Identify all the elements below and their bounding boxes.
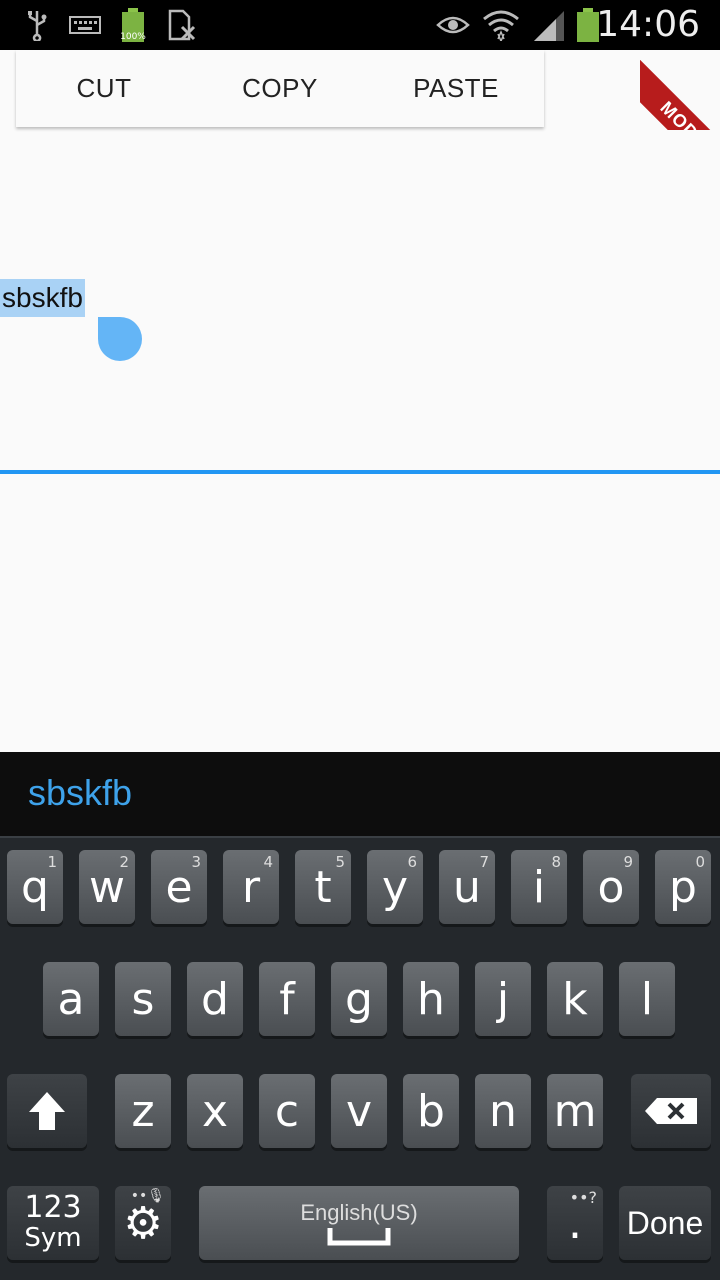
key-h[interactable]: h (403, 962, 459, 1036)
key-w[interactable]: w2 (79, 850, 135, 924)
suggestion-word[interactable]: sbskfb (28, 772, 132, 814)
key-t[interactable]: t5 (295, 850, 351, 924)
key-j[interactable]: j (475, 962, 531, 1036)
battery-icon: 100% (118, 8, 148, 42)
key-v[interactable]: v (331, 1074, 387, 1148)
eye-icon (436, 8, 470, 42)
keyboard-icon (68, 8, 102, 42)
mic-icon: ••🎙 (130, 1188, 165, 1204)
key-k[interactable]: k (547, 962, 603, 1036)
key-n[interactable]: n (475, 1074, 531, 1148)
key-z[interactable]: z (115, 1074, 171, 1148)
key-c[interactable]: c (259, 1074, 315, 1148)
key-x[interactable]: x (187, 1074, 243, 1148)
wifi-icon (482, 8, 520, 42)
shift-arrow-icon (29, 1092, 65, 1130)
key-b[interactable]: b (403, 1074, 459, 1148)
selected-text[interactable]: sbskfb (0, 279, 85, 317)
key-s[interactable]: s (115, 962, 171, 1036)
key-o[interactable]: o9 (583, 850, 639, 924)
key-f[interactable]: f (259, 962, 315, 1036)
text-field[interactable] (0, 128, 720, 474)
text-field-underline (0, 470, 720, 474)
keyboard: sbskfb q1 w2 e3 r4 t5 y6 u7 i8 o9 p0 a s… (0, 752, 720, 1280)
selection-handle[interactable] (98, 317, 142, 361)
usb-icon (24, 8, 50, 42)
key-g[interactable]: g (331, 962, 387, 1036)
backspace-icon (645, 1098, 697, 1124)
key-m[interactable]: m (547, 1074, 603, 1148)
key-e[interactable]: e3 (151, 850, 207, 924)
cut-button[interactable]: CUT (16, 50, 192, 127)
shift-key[interactable] (7, 1074, 87, 1148)
battery-percent: 100% (120, 32, 146, 42)
key-r[interactable]: r4 (223, 850, 279, 924)
key-y[interactable]: y6 (367, 850, 423, 924)
sim-icon (166, 8, 198, 42)
key-i[interactable]: i8 (511, 850, 567, 924)
text-selection-toolbar: CUT COPY PASTE (16, 50, 544, 127)
key-q[interactable]: q1 (7, 850, 63, 924)
clock: 14:06 (596, 4, 700, 45)
signal-icon (532, 8, 566, 42)
copy-button[interactable]: COPY (192, 50, 368, 127)
key-p[interactable]: p0 (655, 850, 711, 924)
paste-button[interactable]: PASTE (368, 50, 544, 127)
settings-key[interactable]: ⚙ ••🎙 (115, 1186, 171, 1260)
symbols-key[interactable]: 123 Sym (7, 1186, 99, 1260)
gear-icon: ⚙ (123, 1197, 163, 1249)
backspace-key[interactable] (631, 1074, 711, 1148)
space-key[interactable]: English(US) (199, 1186, 519, 1260)
more-punctuation-icon: ••? (569, 1188, 597, 1207)
space-bar-icon (327, 1228, 391, 1246)
debug-ribbon-label: MODE (640, 57, 720, 130)
key-a[interactable]: a (43, 962, 99, 1036)
key-d[interactable]: d (187, 962, 243, 1036)
status-bar: 100% 14:06 (0, 0, 720, 50)
debug-ribbon: MODE (640, 50, 720, 130)
key-l[interactable]: l (619, 962, 675, 1036)
period-key[interactable]: . ••? (547, 1186, 603, 1260)
key-u[interactable]: u7 (439, 850, 495, 924)
done-key[interactable]: Done (619, 1186, 711, 1260)
suggestion-bar: sbskfb (0, 752, 720, 838)
